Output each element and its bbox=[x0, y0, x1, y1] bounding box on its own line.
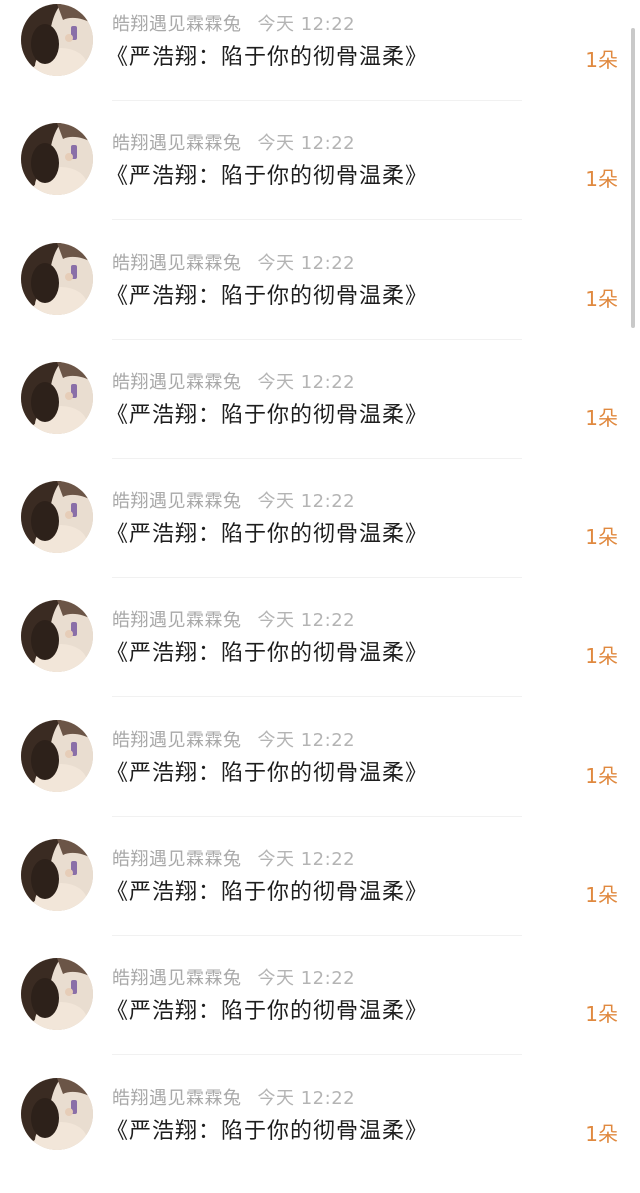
message-meta: 皓翔遇见霖霖兔 今天 12:22 bbox=[112, 368, 355, 394]
avatar-photo-icon bbox=[21, 719, 93, 792]
avatar[interactable] bbox=[21, 242, 93, 315]
avatar-photo-icon bbox=[21, 4, 93, 76]
sender-name[interactable]: 皓翔遇见霖霖兔 bbox=[112, 133, 242, 154]
divider bbox=[112, 457, 522, 459]
list-item[interactable]: 皓翔遇见霖霖兔 今天 12:22 《严浩翔：陷于你的彻骨温柔》 1朵 bbox=[0, 0, 640, 119]
sender-name[interactable]: 皓翔遇见霖霖兔 bbox=[112, 14, 242, 35]
gift-count: 1朵 bbox=[585, 286, 618, 311]
gift-count: 1朵 bbox=[585, 525, 618, 550]
avatar-photo-icon bbox=[21, 958, 93, 1031]
divider bbox=[112, 577, 522, 579]
avatar-photo-icon bbox=[21, 481, 93, 554]
list-item[interactable]: 皓翔遇见霖霖兔 今天 12:22 《严浩翔：陷于你的彻骨温柔》 1朵 bbox=[0, 954, 640, 1073]
message-meta: 皓翔遇见霖霖兔 今天 12:22 bbox=[112, 10, 355, 36]
sender-name[interactable]: 皓翔遇见霖霖兔 bbox=[112, 372, 242, 393]
avatar[interactable] bbox=[21, 4, 93, 76]
list-item[interactable]: 皓翔遇见霖霖兔 今天 12:22 《严浩翔：陷于你的彻骨温柔》 1朵 bbox=[0, 1074, 640, 1193]
timestamp: 今天 12:22 bbox=[257, 729, 356, 751]
message-meta: 皓翔遇见霖霖兔 今天 12:22 bbox=[112, 606, 355, 632]
message-meta: 皓翔遇见霖霖兔 今天 12:22 bbox=[112, 129, 355, 155]
list-item[interactable]: 皓翔遇见霖霖兔 今天 12:22 《严浩翔：陷于你的彻骨温柔》 1朵 bbox=[0, 239, 640, 358]
message-content[interactable]: 《严浩翔：陷于你的彻骨温柔》 bbox=[106, 516, 428, 548]
avatar[interactable] bbox=[21, 719, 93, 792]
timestamp: 今天 12:22 bbox=[257, 133, 356, 155]
divider bbox=[112, 935, 522, 937]
message-content[interactable]: 《严浩翔：陷于你的彻骨温柔》 bbox=[106, 755, 428, 787]
message-meta: 皓翔遇见霖霖兔 今天 12:22 bbox=[112, 726, 355, 752]
divider bbox=[112, 219, 522, 221]
sender-name[interactable]: 皓翔遇见霖霖兔 bbox=[112, 849, 242, 870]
message-content[interactable]: 《严浩翔：陷于你的彻骨温柔》 bbox=[106, 874, 428, 906]
list-item[interactable]: 皓翔遇见霖霖兔 今天 12:22 《严浩翔：陷于你的彻骨温柔》 1朵 bbox=[0, 358, 640, 477]
message-content[interactable]: 《严浩翔：陷于你的彻骨温柔》 bbox=[106, 1113, 428, 1145]
divider bbox=[112, 1054, 522, 1056]
sender-name[interactable]: 皓翔遇见霖霖兔 bbox=[112, 610, 242, 631]
scrollbar[interactable] bbox=[631, 28, 635, 328]
gift-count: 1朵 bbox=[585, 763, 618, 788]
sender-name[interactable]: 皓翔遇见霖霖兔 bbox=[112, 730, 242, 751]
list-item[interactable]: 皓翔遇见霖霖兔 今天 12:22 《严浩翔：陷于你的彻骨温柔》 1朵 bbox=[0, 596, 640, 715]
timestamp: 今天 12:22 bbox=[257, 491, 356, 513]
avatar[interactable] bbox=[21, 481, 93, 554]
list-item[interactable]: 皓翔遇见霖霖兔 今天 12:22 《严浩翔：陷于你的彻骨温柔》 1朵 bbox=[0, 119, 640, 238]
sender-name[interactable]: 皓翔遇见霖霖兔 bbox=[112, 253, 242, 274]
avatar-photo-icon bbox=[21, 361, 93, 434]
message-content[interactable]: 《严浩翔：陷于你的彻骨温柔》 bbox=[106, 39, 428, 71]
timestamp: 今天 12:22 bbox=[257, 252, 356, 274]
message-list: 皓翔遇见霖霖兔 今天 12:22 《严浩翔：陷于你的彻骨温柔》 1朵 皓翔遇见霖霖… bbox=[0, 0, 640, 1193]
sender-name[interactable]: 皓翔遇见霖霖兔 bbox=[112, 1088, 242, 1109]
timestamp: 今天 12:22 bbox=[257, 1087, 356, 1109]
avatar-photo-icon bbox=[21, 1077, 93, 1150]
avatar[interactable] bbox=[21, 1077, 93, 1150]
timestamp: 今天 12:22 bbox=[257, 14, 356, 35]
avatar[interactable] bbox=[21, 958, 93, 1031]
avatar[interactable] bbox=[21, 600, 93, 673]
message-content[interactable]: 《严浩翔：陷于你的彻骨温柔》 bbox=[106, 397, 428, 429]
gift-count: 1朵 bbox=[585, 1002, 618, 1027]
avatar[interactable] bbox=[21, 361, 93, 434]
sender-name[interactable]: 皓翔遇见霖霖兔 bbox=[112, 968, 242, 989]
avatar-photo-icon bbox=[21, 600, 93, 673]
message-meta: 皓翔遇见霖霖兔 今天 12:22 bbox=[112, 845, 355, 871]
message-content[interactable]: 《严浩翔：陷于你的彻骨温柔》 bbox=[106, 993, 428, 1025]
message-content[interactable]: 《严浩翔：陷于你的彻骨温柔》 bbox=[106, 635, 428, 667]
divider bbox=[112, 815, 522, 817]
divider bbox=[112, 696, 522, 698]
divider bbox=[112, 338, 522, 340]
message-content[interactable]: 《严浩翔：陷于你的彻骨温柔》 bbox=[106, 278, 428, 310]
timestamp: 今天 12:22 bbox=[257, 610, 356, 632]
message-meta: 皓翔遇见霖霖兔 今天 12:22 bbox=[112, 487, 355, 513]
list-item[interactable]: 皓翔遇见霖霖兔 今天 12:22 《严浩翔：陷于你的彻骨温柔》 1朵 bbox=[0, 477, 640, 596]
gift-count: 1朵 bbox=[585, 48, 618, 72]
timestamp: 今天 12:22 bbox=[257, 968, 356, 990]
gift-count: 1朵 bbox=[585, 405, 618, 430]
timestamp: 今天 12:22 bbox=[257, 849, 356, 871]
avatar[interactable] bbox=[21, 123, 93, 196]
timestamp: 今天 12:22 bbox=[257, 371, 356, 393]
avatar-photo-icon bbox=[21, 242, 93, 315]
list-item[interactable]: 皓翔遇见霖霖兔 今天 12:22 《严浩翔：陷于你的彻骨温柔》 1朵 bbox=[0, 716, 640, 835]
gift-count: 1朵 bbox=[585, 1121, 618, 1146]
divider bbox=[112, 100, 522, 101]
list-item[interactable]: 皓翔遇见霖霖兔 今天 12:22 《严浩翔：陷于你的彻骨温柔》 1朵 bbox=[0, 835, 640, 954]
gift-count: 1朵 bbox=[585, 883, 618, 908]
message-content[interactable]: 《严浩翔：陷于你的彻骨温柔》 bbox=[106, 158, 428, 190]
gift-count: 1朵 bbox=[585, 167, 618, 192]
message-meta: 皓翔遇见霖霖兔 今天 12:22 bbox=[112, 964, 355, 990]
message-meta: 皓翔遇见霖霖兔 今天 12:22 bbox=[112, 249, 355, 275]
avatar-photo-icon bbox=[21, 839, 93, 912]
avatar-photo-icon bbox=[21, 123, 93, 196]
sender-name[interactable]: 皓翔遇见霖霖兔 bbox=[112, 491, 242, 512]
avatar[interactable] bbox=[21, 839, 93, 912]
gift-count: 1朵 bbox=[585, 644, 618, 669]
message-meta: 皓翔遇见霖霖兔 今天 12:22 bbox=[112, 1084, 355, 1110]
